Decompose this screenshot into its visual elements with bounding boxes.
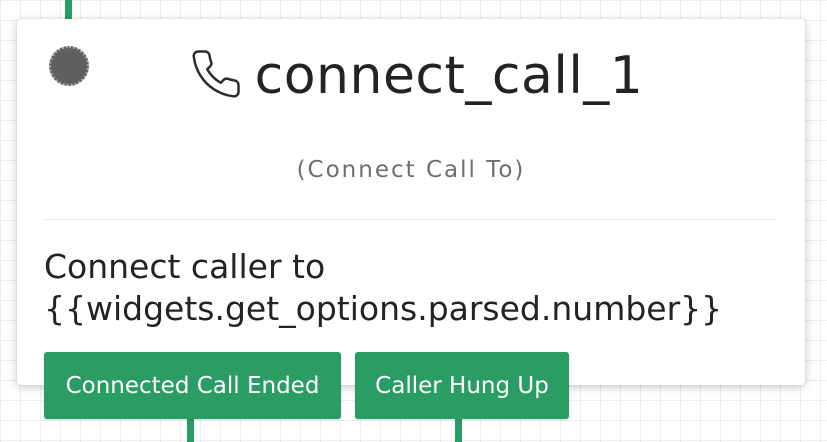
widget-title-row: connect_call_1 xyxy=(17,45,805,107)
card-divider xyxy=(44,219,777,220)
transition-caller-hung-up-button[interactable]: Caller Hung Up xyxy=(355,352,569,419)
transition-connected-call-ended-button[interactable]: Connected Call Ended xyxy=(44,352,341,419)
widget-title: connect_call_1 xyxy=(254,46,644,106)
widget-description: Connect caller to {{widgets.get_options.… xyxy=(44,246,784,330)
description-line-2: {{widgets.get_options.parsed.number}} xyxy=(44,289,723,328)
widget-type-label: (Connect Call To) xyxy=(296,157,526,183)
description-line-1: Connect caller to xyxy=(44,247,326,286)
phone-icon xyxy=(179,47,255,105)
widget-card[interactable]: connect_call_1 (Connect Call To) Connect… xyxy=(17,19,805,385)
